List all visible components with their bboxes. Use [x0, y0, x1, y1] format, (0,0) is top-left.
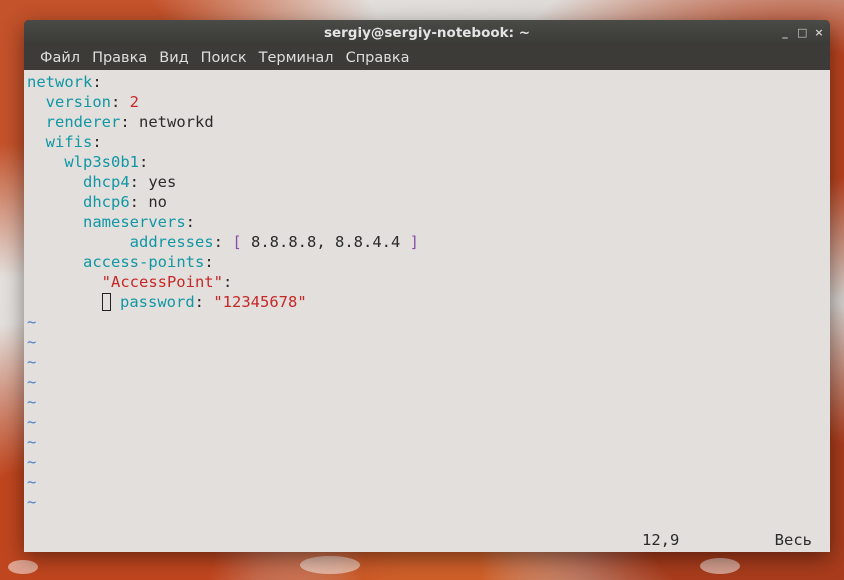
editor-line: "AccessPoint": — [101, 273, 233, 291]
empty-line-marker: ~ — [27, 413, 37, 431]
empty-line-marker: ~ — [27, 433, 37, 451]
yaml-number: 2 — [129, 93, 140, 111]
menu-edit[interactable]: Правка — [86, 50, 153, 66]
snow-flake — [300, 556, 360, 574]
snow-flake — [8, 560, 38, 574]
yaml-bracket: [ — [232, 233, 242, 251]
editor-line: wlp3s0b1: — [64, 153, 149, 171]
vim-status-line: 12,9 Весь — [24, 530, 830, 550]
minimize-icon[interactable]: _ — [780, 26, 790, 39]
yaml-key: addresses — [129, 233, 214, 251]
editor-buffer[interactable]: network: version: 2 renderer: networkd w… — [27, 72, 419, 512]
empty-line-marker: ~ — [27, 333, 37, 351]
editor-line: renderer: networkd — [45, 113, 214, 131]
editor-line: wifis: — [45, 133, 102, 151]
maximize-icon[interactable]: □ — [797, 26, 807, 39]
editor-line: addresses: [ 8.8.8.8, 8.8.4.4 ] — [129, 233, 420, 251]
empty-line-marker: ~ — [27, 393, 37, 411]
editor-line: password: "12345678" — [27, 292, 419, 312]
empty-line-marker: ~ — [27, 473, 37, 491]
terminal-window[interactable]: sergiy@sergiy-notebook: ~ _ □ × Файл Пра… — [24, 20, 830, 552]
editor-line: dhcp6: no — [83, 193, 168, 211]
yaml-key: wlp3s0b1 — [64, 153, 139, 171]
empty-line-marker: ~ — [27, 353, 37, 371]
window-controls: _ □ × — [780, 20, 824, 45]
title-bar[interactable]: sergiy@sergiy-notebook: ~ _ □ × — [24, 20, 830, 45]
yaml-string: "AccessPoint" — [101, 273, 223, 291]
scroll-scope: Весь — [774, 531, 812, 549]
yaml-key: dhcp4 — [83, 173, 130, 191]
yaml-key: network — [27, 73, 93, 91]
menu-terminal[interactable]: Терминал — [253, 50, 340, 66]
yaml-string: "12345678" — [213, 293, 307, 311]
text-cursor — [101, 293, 111, 311]
yaml-value: 8.8.8.8, 8.8.4.4 — [251, 233, 401, 251]
yaml-value: yes — [148, 173, 177, 191]
editor-line: network: — [27, 73, 102, 91]
empty-line-marker: ~ — [27, 313, 37, 331]
menu-search[interactable]: Поиск — [195, 50, 253, 66]
yaml-key: nameservers — [83, 213, 186, 231]
empty-line-marker: ~ — [27, 453, 37, 471]
yaml-key: dhcp6 — [83, 193, 130, 211]
editor-line: dhcp4: yes — [83, 173, 177, 191]
editor-line: access-points: — [83, 253, 214, 271]
yaml-key: renderer — [45, 113, 121, 131]
menu-bar: Файл Правка Вид Поиск Терминал Справка — [24, 45, 830, 70]
menu-file[interactable]: Файл — [34, 50, 86, 66]
cursor-position: 12,9 — [642, 531, 680, 549]
yaml-bracket: ] — [409, 233, 420, 251]
yaml-key: access-points — [83, 253, 205, 271]
menu-help[interactable]: Справка — [340, 50, 416, 66]
yaml-key: password — [120, 293, 195, 311]
snow-flake — [700, 558, 740, 574]
menu-view[interactable]: Вид — [153, 50, 194, 66]
empty-line-marker: ~ — [27, 373, 37, 391]
empty-line-marker: ~ — [27, 493, 37, 511]
close-icon[interactable]: × — [814, 26, 824, 39]
editor-line: nameservers: — [83, 213, 195, 231]
yaml-key: wifis — [45, 133, 93, 151]
yaml-value: networkd — [139, 113, 214, 131]
editor-line: version: 2 — [45, 93, 140, 111]
window-title: sergiy@sergiy-notebook: ~ — [323, 24, 531, 41]
yaml-value: no — [148, 193, 168, 211]
yaml-key: version — [45, 93, 111, 111]
terminal-content[interactable]: network: version: 2 renderer: networkd w… — [24, 70, 830, 552]
